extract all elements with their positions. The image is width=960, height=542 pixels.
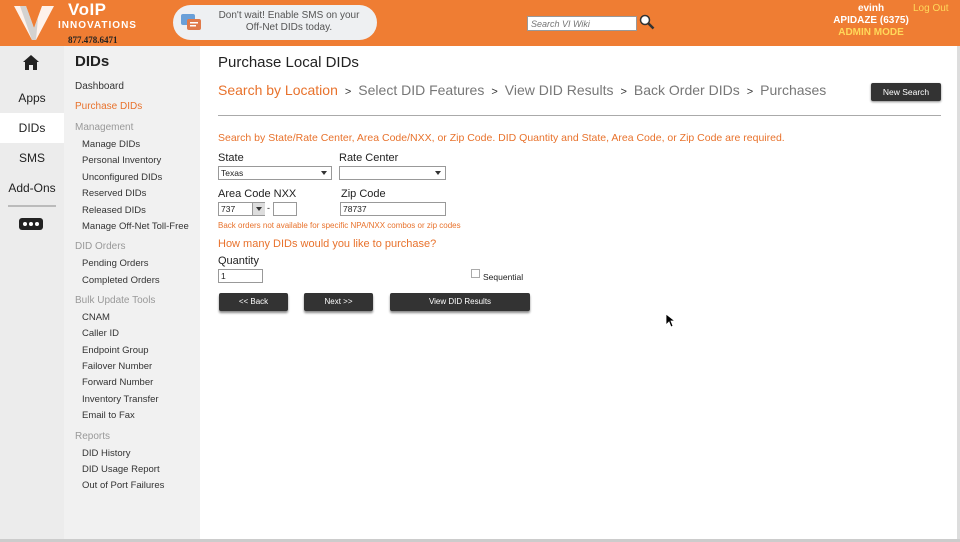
sidebar-item-dashboard[interactable]: Dashboard [75,81,124,92]
nav-divider [8,205,56,207]
zip-code-label: Zip Code [341,188,386,200]
sidebar-item-inventory-transfer[interactable]: Inventory Transfer [82,394,159,405]
main-content: Purchase Local DIDs Search by Location > S… [200,46,960,542]
quantity-value: 1 [221,271,226,281]
wiki-search-input[interactable] [527,16,637,31]
step-separator: > [344,86,352,98]
nav-dids[interactable]: DIDs [0,113,64,143]
sidebar-item-personal-inventory[interactable]: Personal Inventory [82,155,161,166]
sidebar-section-reports: Reports [75,431,111,442]
area-code-dash: - [267,203,270,213]
home-nav-item[interactable] [0,46,64,80]
sidebar-item-manage-dids[interactable]: Manage DIDs [82,139,140,150]
account-name: APIDAZE (6375) [833,15,909,26]
brand-logo[interactable]: VoIP INNOVATIONS 877.478.6471 [6,0,136,46]
state-label: State [218,152,244,164]
more-dots-icon[interactable] [19,218,43,230]
rate-center-select[interactable] [339,166,446,180]
state-select[interactable]: Texas [218,166,332,180]
header-divider [218,115,941,116]
sidebar-title: DIDs [75,53,110,70]
sidebar-section-management: Management [75,122,134,133]
dids-sidebar: DIDs Dashboard Purchase DIDs Management … [64,46,200,542]
sms-promo-banner[interactable]: Don't wait! Enable SMS on your Off-Net D… [173,5,377,40]
sidebar-item-purchase-dids[interactable]: Purchase DIDs [75,101,142,112]
brand-sub: INNOVATIONS [58,20,137,31]
back-button[interactable]: << Back [219,293,288,311]
sidebar-item-reserved-dids[interactable]: Reserved DIDs [82,188,146,199]
search-icon[interactable] [639,14,655,30]
page-title: Purchase Local DIDs [218,54,359,71]
sms-chat-icon [181,14,201,30]
user-name: evinh [857,3,885,14]
sidebar-item-failover-number[interactable]: Failover Number [82,361,152,372]
quantity-label: Quantity [218,255,259,267]
sidebar-item-email-to-fax[interactable]: Email to Fax [82,410,135,421]
chevron-down-icon [321,171,327,175]
zip-code-value: 78737 [343,204,367,214]
sidebar-item-did-history[interactable]: DID History [82,448,131,459]
area-code-combo[interactable]: 737 [218,202,265,216]
promo-line-1: Don't wait! Enable SMS on your [218,10,360,21]
sidebar-item-did-usage-report[interactable]: DID Usage Report [82,464,160,475]
nxx-input[interactable] [273,202,297,216]
chevron-down-icon [435,171,441,175]
nav-sms[interactable]: SMS [0,143,64,173]
sidebar-section-did-orders: DID Orders [75,241,126,252]
top-header: VoIP INNOVATIONS 877.478.6471 Don't wait… [0,0,960,46]
admin-mode-label: ADMIN MODE [838,27,904,38]
mouse-cursor-icon [666,314,676,328]
state-select-value: Texas [221,168,244,178]
app-nav: Apps DIDs SMS Add-Ons [0,46,64,542]
sequential-label: Sequential [483,272,524,282]
step-view-did-results[interactable]: View DID Results [505,82,614,98]
user-info: evinh APIDAZE (6375) ADMIN MODE [830,3,912,39]
home-icon [23,55,39,70]
nav-apps[interactable]: Apps [0,83,64,113]
area-code-label: Area Code NXX [218,188,297,200]
view-did-results-button[interactable]: View DID Results [390,293,530,311]
logout-link[interactable]: Log Out [913,3,949,14]
new-search-button[interactable]: New Search [871,83,941,101]
step-search-by-location[interactable]: Search by Location [218,82,338,98]
rate-center-label: Rate Center [339,152,399,164]
brand-name: VoIP [68,0,107,19]
zip-code-input[interactable]: 78737 [340,202,446,216]
sidebar-item-pending-orders[interactable]: Pending Orders [82,258,149,269]
nav-add-ons[interactable]: Add-Ons [0,173,64,203]
step-separator: > [746,86,754,98]
next-button[interactable]: Next >> [304,293,373,311]
sidebar-item-forward-number[interactable]: Forward Number [82,377,153,388]
sidebar-item-endpoint-group[interactable]: Endpoint Group [82,345,149,356]
sidebar-item-cnam[interactable]: CNAM [82,312,110,323]
back-order-note: Back orders not available for specific N… [218,221,461,230]
sidebar-item-completed-orders[interactable]: Completed Orders [82,275,160,286]
brand-phone: 877.478.6471 [68,35,118,45]
step-purchases[interactable]: Purchases [760,82,826,98]
step-separator: > [620,86,627,98]
sidebar-item-unconfigured-dids[interactable]: Unconfigured DIDs [82,172,162,183]
quantity-input[interactable]: 1 [218,269,263,283]
step-separator: > [491,86,498,98]
wizard-steps: Search by Location > Select DID Features > V… [218,82,826,98]
search-instructions: Search by State/Rate Center, Area Code/N… [218,132,785,144]
area-code-value: 737 [221,204,236,214]
logo-v-icon [14,6,54,40]
quantity-question: How many DIDs would you like to purchase… [218,238,437,250]
promo-line-2: Off-Net DIDs today. [245,22,333,33]
promo-text: Don't wait! Enable SMS on your Off-Net D… [205,10,373,34]
step-back-order-dids[interactable]: Back Order DIDs [634,82,740,98]
sidebar-item-caller-id[interactable]: Caller ID [82,328,119,339]
sidebar-item-manage-off-net-toll-free[interactable]: Manage Off-Net Toll-Free [82,221,189,232]
sidebar-item-released-dids[interactable]: Released DIDs [82,205,146,216]
chevron-down-icon[interactable] [252,203,265,215]
step-select-did-features[interactable]: Select DID Features [358,82,484,98]
sidebar-item-out-of-port-failures[interactable]: Out of Port Failures [82,480,164,491]
sidebar-section-bulk-update: Bulk Update Tools [75,295,156,306]
sequential-checkbox[interactable] [471,269,480,278]
